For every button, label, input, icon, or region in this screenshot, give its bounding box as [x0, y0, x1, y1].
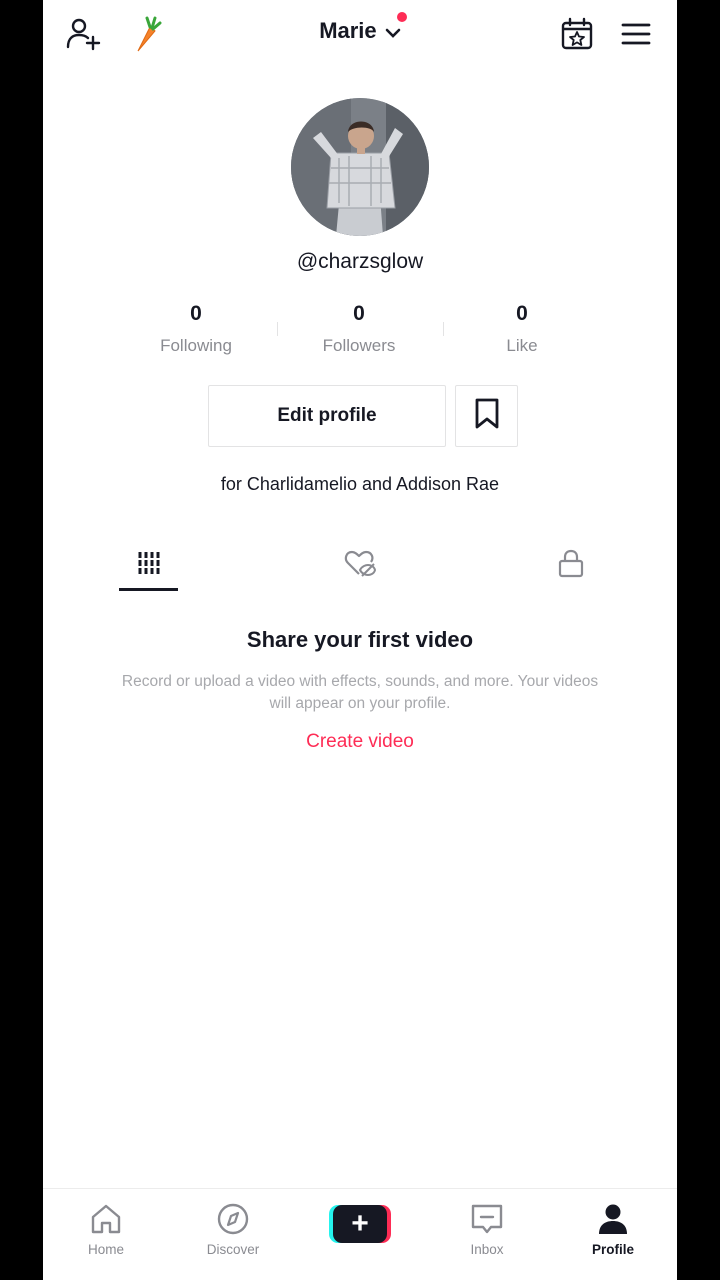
following-count: 0 — [190, 302, 202, 325]
tab-liked[interactable] — [320, 540, 400, 590]
lock-icon — [557, 548, 585, 583]
plus-icon: + — [333, 1205, 387, 1243]
followers-count: 0 — [353, 302, 365, 325]
empty-state-description: Record or upload a video with effects, s… — [121, 673, 599, 712]
followers-label: Followers — [322, 336, 396, 355]
stat-following[interactable]: 0 Following — [126, 302, 266, 356]
tab-private[interactable] — [531, 540, 611, 590]
nav-discover-label: Discover — [206, 1242, 260, 1257]
account-name: Marie — [319, 18, 377, 43]
nav-discover[interactable]: Discover — [188, 1203, 278, 1257]
menu-icon[interactable] — [616, 14, 656, 54]
nav-inbox-label: Inbox — [470, 1242, 504, 1257]
likes-count: 0 — [516, 302, 528, 325]
edit-profile-button[interactable]: Edit profile — [208, 385, 446, 447]
create-video-link[interactable]: Create video — [43, 731, 677, 753]
profile-icon — [596, 1204, 630, 1239]
bio: for Charlidamelio and Addison Rae — [220, 474, 500, 494]
liked-hidden-icon — [344, 549, 377, 582]
active-tab-indicator — [119, 588, 178, 591]
stat-divider — [443, 322, 444, 336]
avatar[interactable] — [291, 98, 429, 236]
compass-icon — [216, 1203, 250, 1239]
notification-dot — [396, 12, 407, 22]
inbox-icon — [470, 1204, 504, 1239]
nav-inbox[interactable]: Inbox — [442, 1203, 532, 1257]
nav-home[interactable]: Home — [61, 1203, 151, 1257]
calendar-star-icon[interactable] — [557, 14, 597, 54]
nav-profile[interactable]: Profile — [568, 1203, 658, 1257]
following-label: Following — [160, 336, 232, 355]
tab-videos[interactable] — [109, 540, 189, 590]
home-icon — [89, 1204, 123, 1239]
stat-divider — [277, 322, 278, 336]
stat-likes[interactable]: 0 Like — [452, 302, 592, 356]
bookmark-icon — [474, 398, 500, 435]
username: @charzsglow — [296, 250, 424, 273]
create-button[interactable]: + — [329, 1205, 391, 1243]
stat-followers[interactable]: 0 Followers — [289, 302, 429, 356]
profile-screen: Marie @charzsglow 0 Following 0 Follower… — [43, 0, 677, 1280]
nav-profile-label: Profile — [591, 1242, 634, 1257]
videos-grid-icon — [136, 550, 162, 581]
empty-state-title: Share your first video — [246, 627, 474, 652]
likes-label: Like — [506, 336, 538, 355]
chevron-down-icon — [385, 19, 401, 45]
nav-home-label: Home — [87, 1242, 124, 1257]
bottom-nav: Home Discover + Inbox Profile — [43, 1188, 677, 1280]
bookmark-button[interactable] — [455, 385, 518, 447]
